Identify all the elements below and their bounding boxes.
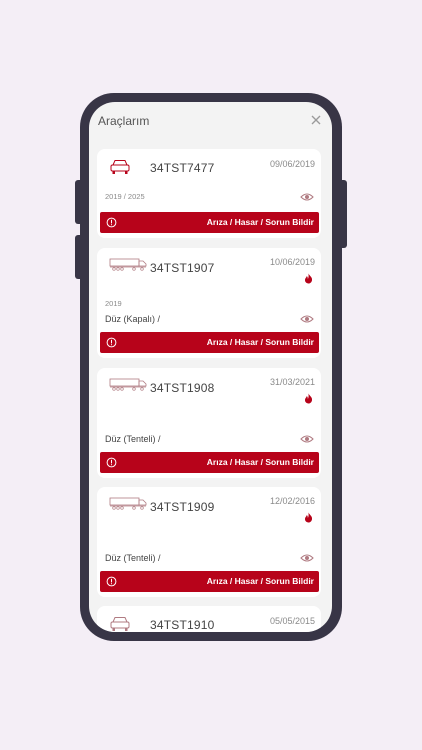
truck-icon <box>109 497 147 510</box>
eye-icon[interactable] <box>300 192 314 202</box>
eye-icon[interactable] <box>300 314 314 324</box>
vehicle-card[interactable]: 34TST1908 31/03/2021 Düz (Tenteli) / Arı… <box>97 368 321 478</box>
vehicle-plate: 34TST1909 <box>150 500 215 514</box>
report-issue-button[interactable]: Arıza / Hasar / Sorun Bildir <box>100 332 319 353</box>
vehicle-body-type: Düz (Tenteli) / <box>105 553 161 563</box>
vehicle-card[interactable]: 34TST1907 10/06/2019 2019 Düz (Kapalı) /… <box>97 248 321 358</box>
truck-icon <box>109 258 147 271</box>
close-icon[interactable] <box>310 114 322 126</box>
report-issue-button[interactable]: Arıza / Hasar / Sorun Bildir <box>100 452 319 473</box>
modal-title: Araçlarım <box>98 114 150 128</box>
car-icon <box>110 617 130 631</box>
alert-icon <box>106 457 117 468</box>
eye-icon[interactable] <box>300 553 314 563</box>
vehicle-years: 2019 <box>105 299 122 308</box>
report-issue-label: Arıza / Hasar / Sorun Bildir <box>206 337 314 347</box>
report-issue-label: Arıza / Hasar / Sorun Bildir <box>206 217 314 227</box>
vehicle-card[interactable]: 34TST1909 12/02/2016 Düz (Tenteli) / Arı… <box>97 487 321 597</box>
vehicle-body-type: Düz (Kapalı) / <box>105 314 161 324</box>
report-issue-label: Arıza / Hasar / Sorun Bildir <box>206 576 314 586</box>
vehicle-date: 10/06/2019 <box>269 257 315 267</box>
car-icon <box>110 160 130 174</box>
vehicle-card[interactable]: 34TST1910 05/05/2015 <box>97 606 321 632</box>
phone-screen: Araçlarım 34TST7477 09/06/2019 2019 / 20… <box>89 102 332 632</box>
fire-icon <box>304 393 313 404</box>
vehicle-body-type: Düz (Tenteli) / <box>105 434 161 444</box>
vehicle-date: 05/05/2015 <box>269 616 315 626</box>
report-issue-button[interactable]: Arıza / Hasar / Sorun Bildir <box>100 212 319 233</box>
report-issue-label: Arıza / Hasar / Sorun Bildir <box>206 457 314 467</box>
truck-icon <box>109 378 147 391</box>
vehicle-plate: 34TST7477 <box>150 161 215 175</box>
eye-icon[interactable] <box>300 434 314 444</box>
vehicle-date: 31/03/2021 <box>269 377 315 387</box>
alert-icon <box>106 337 117 348</box>
vehicle-date: 09/06/2019 <box>269 159 315 169</box>
modal-header: Araçlarım <box>89 102 332 144</box>
alert-icon <box>106 576 117 587</box>
vehicle-plate: 34TST1910 <box>150 618 215 632</box>
vehicle-years: 2019 / 2025 <box>105 192 145 201</box>
vehicle-date: 12/02/2016 <box>269 496 315 506</box>
vehicle-plate: 34TST1907 <box>150 261 215 275</box>
alert-icon <box>106 217 117 228</box>
report-issue-button[interactable]: Arıza / Hasar / Sorun Bildir <box>100 571 319 592</box>
fire-icon <box>304 512 313 523</box>
vehicle-card[interactable]: 34TST7477 09/06/2019 2019 / 2025 Arıza /… <box>97 149 321 238</box>
fire-icon <box>304 273 313 284</box>
vehicle-plate: 34TST1908 <box>150 381 215 395</box>
